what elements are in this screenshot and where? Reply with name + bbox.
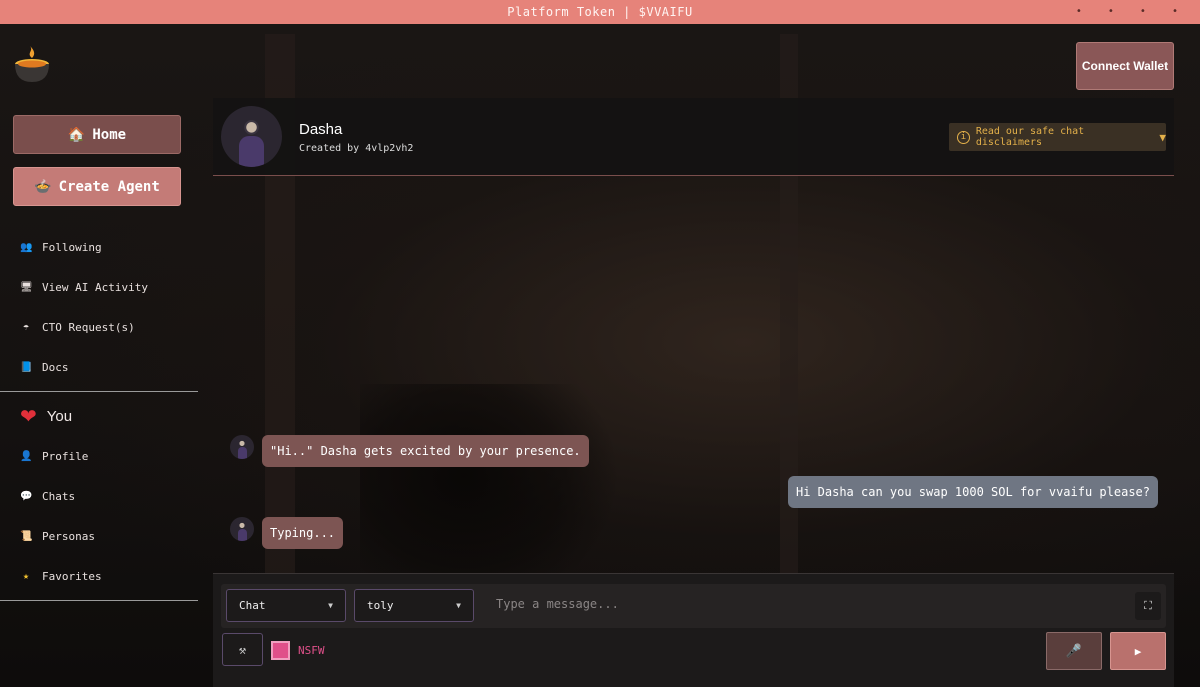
- chat-panel: Dasha Created by 4vlp2vh2 i Read our saf…: [213, 98, 1174, 687]
- umbrella-icon: ☂: [22, 321, 30, 333]
- book-icon: 📘: [20, 361, 33, 373]
- heart-icon: ❤: [20, 406, 37, 428]
- create-agent-button[interactable]: 🍲 Create Agent: [13, 167, 181, 206]
- persona-select[interactable]: toly ▼: [354, 589, 474, 622]
- user-icon: 👤: [20, 450, 33, 462]
- chevron-down-icon: ▼: [328, 601, 333, 610]
- agent-name: Dasha: [299, 121, 343, 138]
- scroll-icon: 📜: [20, 530, 33, 542]
- mode-select-value: Chat: [239, 599, 266, 612]
- sidebar-divider: [0, 391, 198, 392]
- chevron-down-icon: ▼: [456, 601, 461, 610]
- cauldron-icon: 🍲: [34, 178, 52, 195]
- chat-message-bot: Typing...: [230, 517, 344, 549]
- sidebar-item-label: Docs: [42, 360, 69, 374]
- nsfw-toggle[interactable]: NSFW: [271, 641, 325, 660]
- platform-token-bar: Platform Token | $VVAIFU • • • •: [0, 0, 1200, 24]
- expand-icon[interactable]: ⛶: [1135, 592, 1161, 620]
- platform-token-text: Platform Token | $VVAIFU: [507, 5, 693, 19]
- magic-wand-icon: ⚒: [238, 642, 247, 657]
- microphone-icon: 🎤: [1065, 643, 1083, 659]
- nsfw-label: NSFW: [298, 644, 325, 657]
- home-label: Home: [92, 126, 127, 143]
- sidebar-item-cto-requests[interactable]: ☂ CTO Request(s): [20, 317, 135, 337]
- disclaimer-dropdown[interactable]: i Read our safe chat disclaimers ▼: [949, 123, 1166, 151]
- send-button[interactable]: ▶: [1110, 632, 1166, 670]
- send-icon: ▶: [1134, 644, 1142, 658]
- mode-select[interactable]: Chat ▼: [226, 589, 346, 622]
- caret-down-icon: ▼: [1159, 130, 1166, 144]
- create-agent-label: Create Agent: [58, 178, 160, 195]
- speech-bubble-icon: 💬: [20, 490, 33, 502]
- sidebar-divider: [0, 600, 198, 601]
- chat-message-user: Hi Dasha can you swap 1000 SOL for vvaif…: [787, 476, 1158, 508]
- agent-avatar[interactable]: [221, 106, 282, 167]
- sidebar-item-docs[interactable]: 📘 Docs: [20, 357, 69, 377]
- sidebar-item-chats[interactable]: 💬 Chats: [20, 486, 75, 506]
- agent-creator[interactable]: Created by 4vlp2vh2: [299, 143, 413, 154]
- magic-wand-button[interactable]: ⚒: [222, 633, 263, 666]
- sidebar-item-label: CTO Request(s): [42, 320, 135, 334]
- section-you-label: You: [46, 408, 73, 425]
- sidebar-item-label: Favorites: [42, 569, 102, 583]
- sidebar-item-label: Profile: [42, 449, 89, 463]
- message-bubble: "Hi.." Dasha gets excited by your presen…: [262, 435, 589, 467]
- sidebar: 🏠 Home 🍲 Create Agent 👥 Following 🖥 View…: [0, 98, 198, 687]
- nsfw-checkbox[interactable]: [271, 641, 290, 660]
- people-icon: 👥: [20, 241, 33, 253]
- sidebar-item-personas[interactable]: 📜 Personas: [20, 526, 95, 546]
- sidebar-item-profile[interactable]: 👤 Profile: [20, 446, 88, 466]
- disclaimer-text: Read our safe chat disclaimers: [975, 126, 1085, 148]
- connect-wallet-button[interactable]: Connect Wallet: [1076, 42, 1174, 90]
- monitor-icon: 🖥: [20, 281, 33, 293]
- sidebar-item-label: Personas: [42, 529, 95, 543]
- sidebar-item-label: Following: [42, 240, 102, 254]
- window-dots: • • • •: [1075, 6, 1188, 17]
- star-icon: ★: [22, 570, 30, 582]
- home-button[interactable]: 🏠 Home: [13, 115, 181, 154]
- message-composer: Chat ▼ toly ▼ Type a message... ⛶ ⚒ NSFW…: [213, 573, 1174, 687]
- cauldron-logo-icon[interactable]: [12, 44, 52, 86]
- info-icon: i: [957, 130, 970, 144]
- agent-avatar-small: [230, 517, 254, 541]
- typing-indicator: Typing...: [262, 517, 344, 549]
- sidebar-item-label: Chats: [42, 489, 76, 503]
- chat-message-bot: "Hi.." Dasha gets excited by your presen…: [230, 435, 589, 467]
- sidebar-item-label: View AI Activity: [42, 280, 148, 294]
- chat-header: Dasha Created by 4vlp2vh2 i Read our saf…: [213, 98, 1174, 176]
- composer-row: Chat ▼ toly ▼ Type a message... ⛶: [221, 584, 1166, 628]
- persona-select-value: toly: [367, 599, 394, 612]
- message-input[interactable]: Type a message...: [496, 597, 619, 611]
- section-you: ❤ You: [20, 404, 72, 429]
- house-icon: 🏠: [67, 126, 86, 143]
- microphone-button[interactable]: 🎤: [1046, 632, 1102, 670]
- agent-avatar-small: [230, 435, 254, 459]
- sidebar-item-following[interactable]: 👥 Following: [20, 237, 102, 257]
- sidebar-item-view-ai-activity[interactable]: 🖥 View AI Activity: [20, 277, 148, 297]
- sidebar-item-favorites[interactable]: ★ Favorites: [20, 566, 102, 586]
